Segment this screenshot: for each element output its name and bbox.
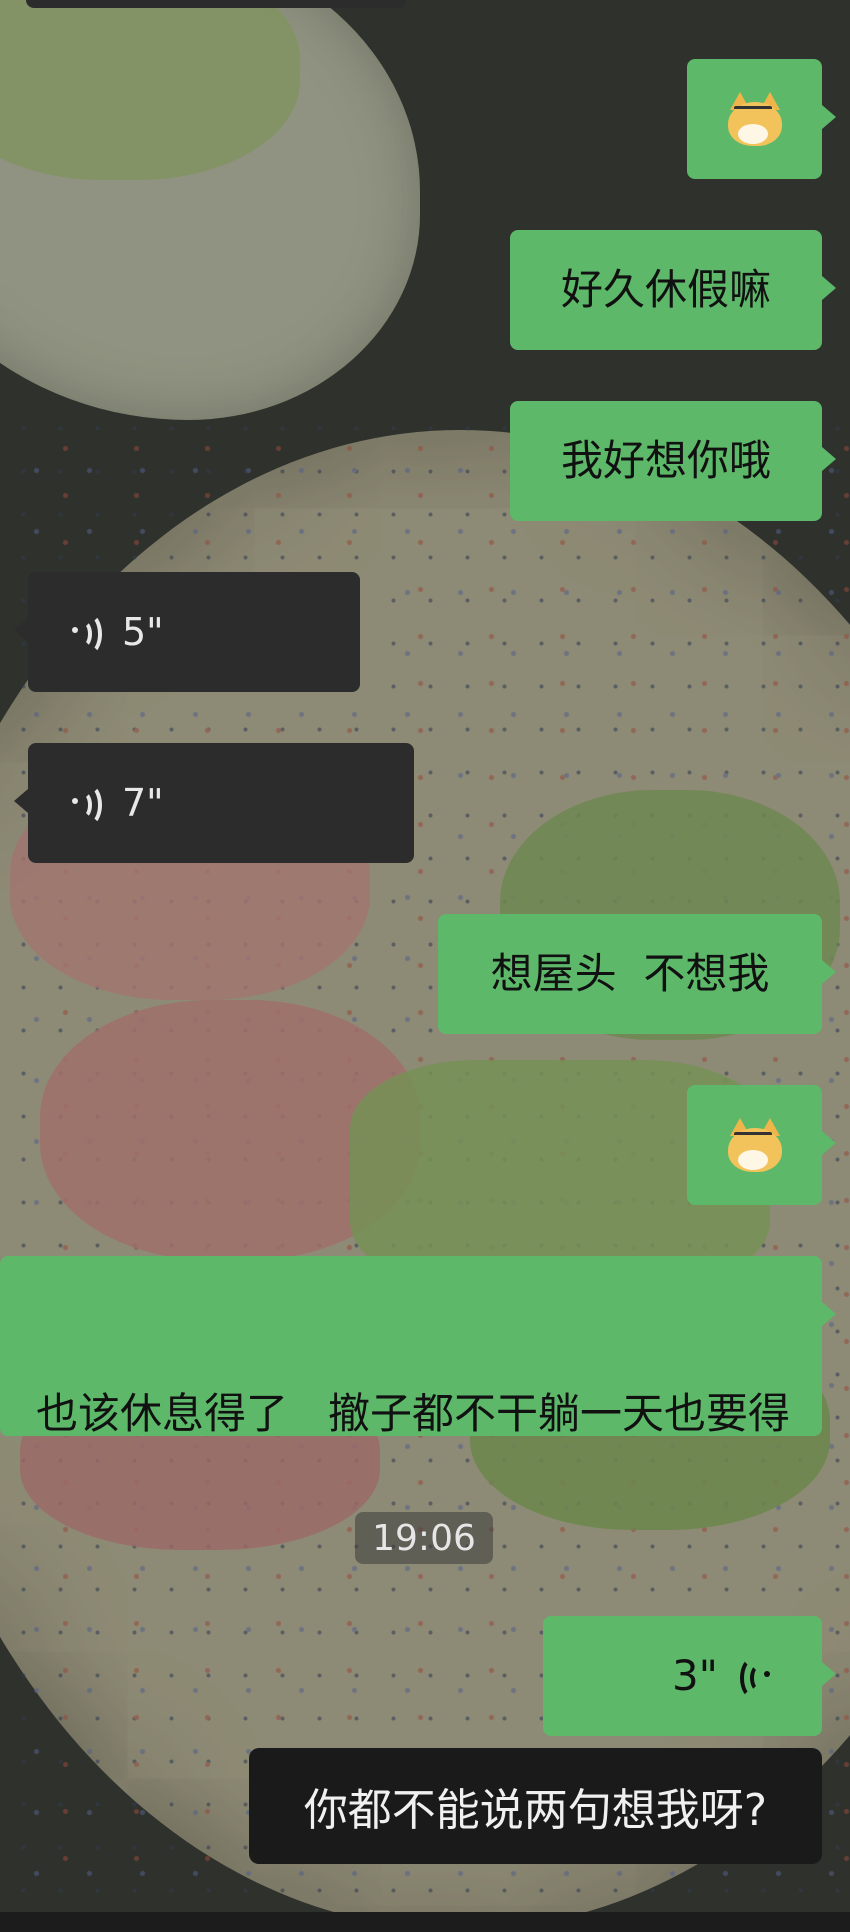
outgoing-sticker-message[interactable] [687, 1085, 836, 1205]
voice-wave-icon [68, 612, 108, 655]
message-text: 好久休假嘛 [560, 265, 771, 314]
cat-face-emoji-icon [726, 92, 784, 146]
message-text: 想屋头 不想我 [490, 949, 770, 998]
outgoing-sticker-message[interactable] [687, 59, 836, 179]
voice-duration: 7" [122, 781, 164, 825]
message-timestamp: 19:06 [355, 1512, 493, 1564]
outgoing-text-message[interactable]: 我好想你哦 [510, 401, 836, 521]
outgoing-text-message[interactable]: 也该休息得了 撤子都不干躺一天也要得 [0, 1256, 836, 1438]
outgoing-voice-message[interactable]: 3" [543, 1616, 836, 1736]
voice-duration: 5" [122, 610, 164, 654]
message-text: 也该休息得了 撤子都不干躺一天也要得 [36, 1389, 791, 1438]
message-text: 我好想你哦 [560, 436, 771, 485]
video-caption: 你都不能说两句想我呀? [249, 1748, 822, 1864]
incoming-voice-message[interactable]: 7" [14, 743, 414, 863]
previous-message-edge [26, 0, 406, 8]
outgoing-text-message[interactable]: 好久休假嘛 [510, 230, 836, 350]
voice-wave-icon [68, 783, 108, 826]
incoming-voice-message[interactable]: 5" [14, 572, 360, 692]
cat-face-emoji-icon [726, 1118, 784, 1172]
voice-duration: 3" [671, 1651, 718, 1700]
bottom-bar [0, 1912, 850, 1932]
outgoing-text-message[interactable]: 想屋头 不想我 [438, 914, 836, 1034]
voice-wave-icon [734, 1656, 774, 1699]
